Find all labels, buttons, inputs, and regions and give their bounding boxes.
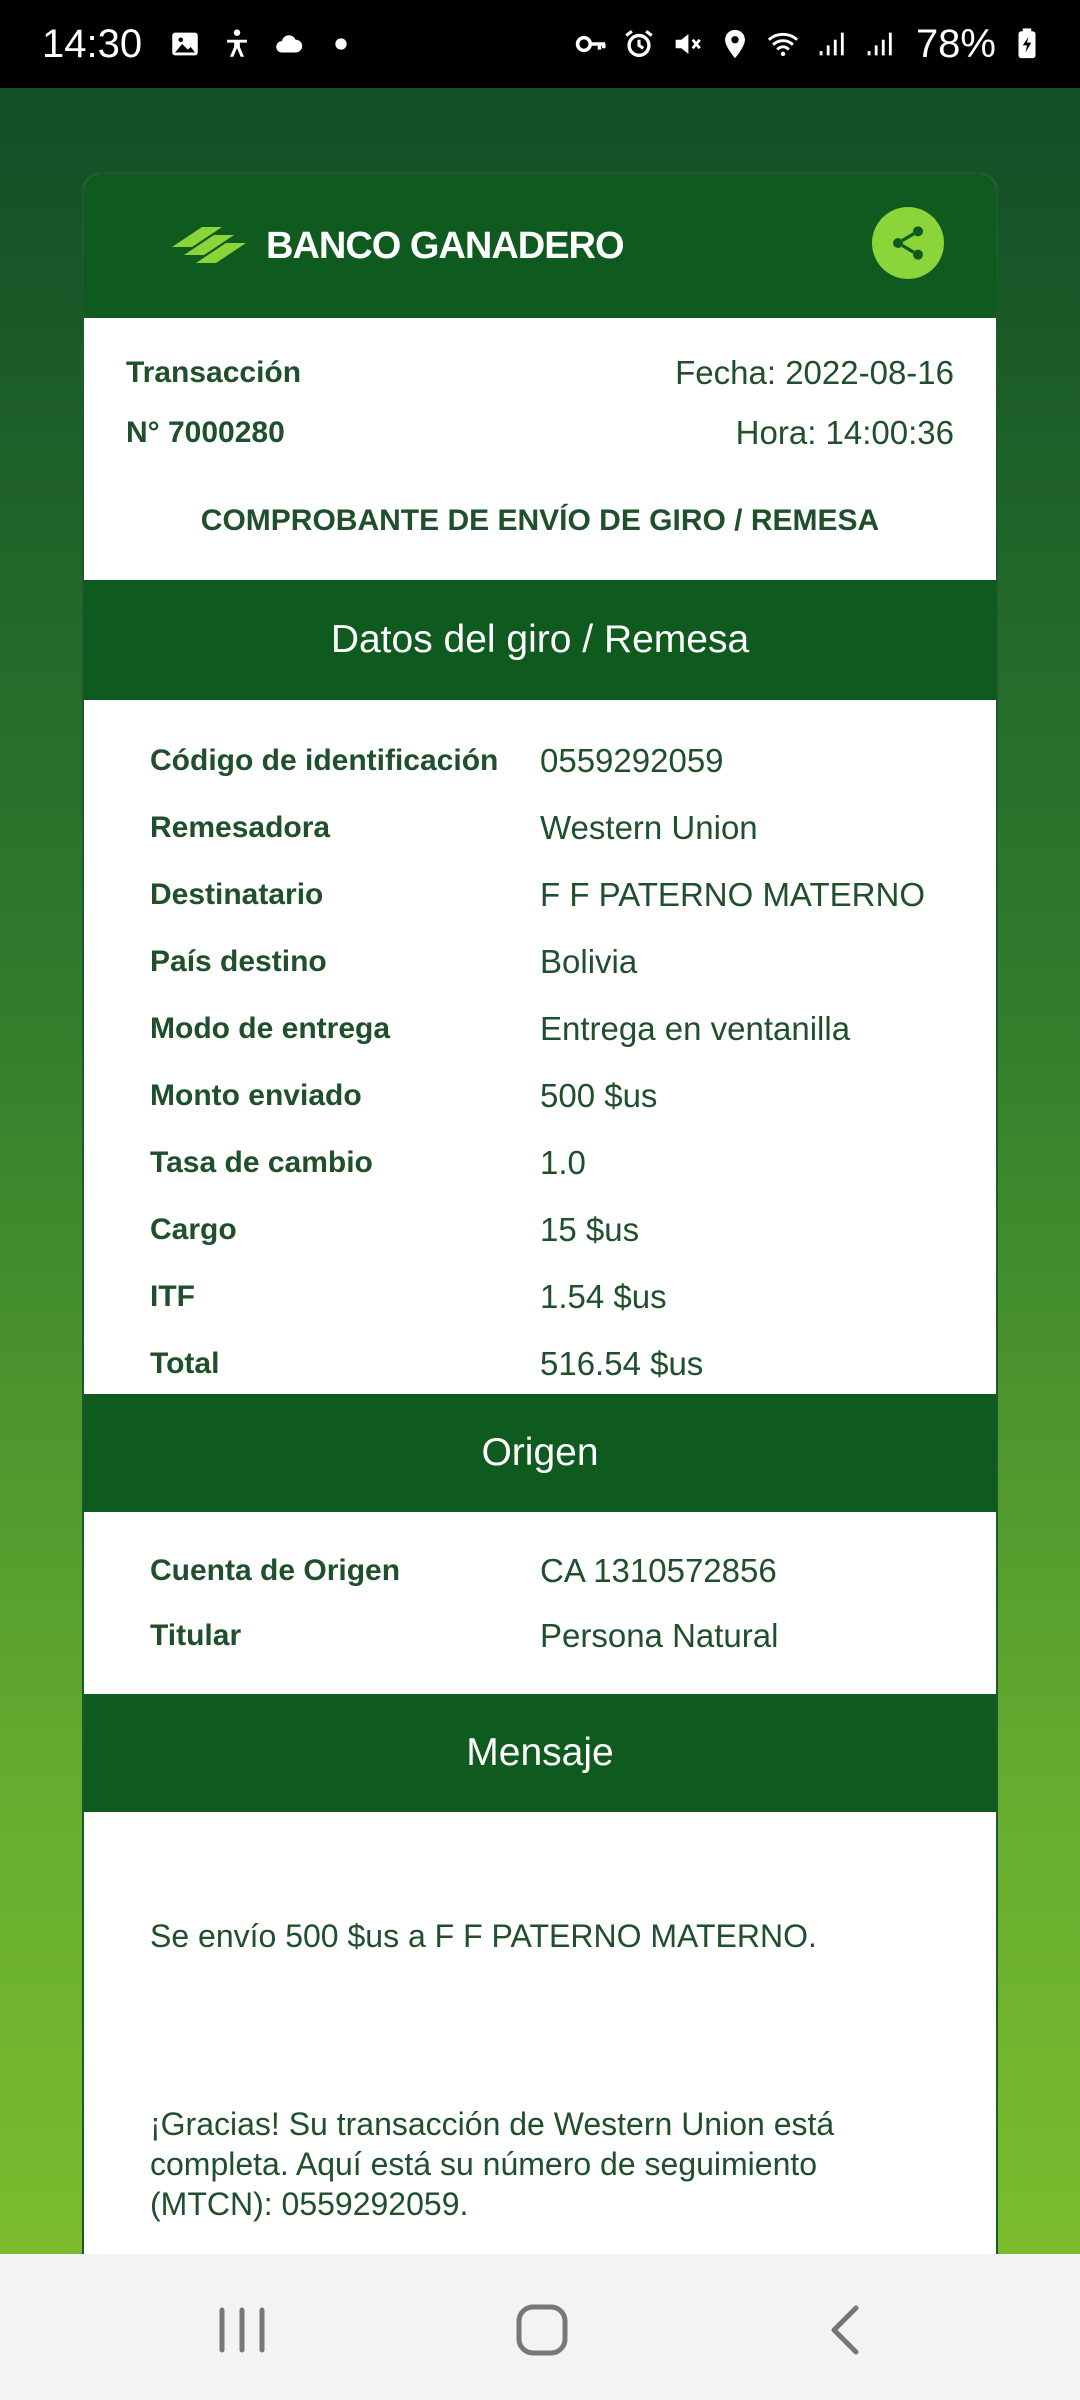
key-icon [574,27,608,61]
detail-label: Cuenta de Origen [150,1554,401,1587]
transaction-info: Transacción N° 7000280 Fecha: 2022-08-16… [84,318,996,451]
detail-value: Western Union [540,809,758,846]
image-icon [168,27,202,61]
detail-row: Remesadora Western Union [84,801,996,861]
message-summary: Se envío 500 $us a F F PATERNO MATERNO. [150,1918,817,1954]
transaction-number: N° 7000280 [126,416,285,449]
message-confirmation: ¡Gracias! Su transacción de Western Unio… [150,2106,835,2222]
bank-name: BANCO GANADERO [266,224,625,267]
detail-value: Bolivia [540,943,638,980]
detail-row-total: Total 516.54 $us [84,1337,996,1397]
share-button[interactable] [872,207,944,279]
detail-label: País destino [150,945,327,978]
detail-label: Código de identificación [150,744,499,777]
detail-label: Monto enviado [150,1079,362,1112]
battery-level: 78% [915,21,996,66]
detail-label: Cargo [150,1213,237,1246]
document-title: COMPROBANTE DE ENVÍO DE GIRO / REMESA [200,504,880,537]
home-icon [516,2304,568,2356]
back-icon [831,2305,859,2355]
transaction-label: Transacción [126,356,302,389]
detail-row: Titular Persona Natural [84,1609,996,1669]
detail-row: Monto enviado 500 $us [84,1069,996,1129]
recent-apps-icon [219,2307,265,2353]
dot-icon [324,27,358,61]
alarm-icon [622,27,656,61]
section-header-mensaje: Mensaje [84,1694,996,1812]
detail-label: Modo de entrega [150,1012,391,1045]
detail-value: 1.54 $us [540,1278,667,1315]
section-header-giro: Datos del giro / Remesa [84,580,996,700]
bank-logo-icon [172,227,246,263]
accessibility-icon [220,27,254,61]
home-button[interactable] [512,2302,572,2358]
detail-label: Total [150,1347,220,1380]
detail-label: Tasa de cambio [150,1146,373,1179]
wifi-icon [766,27,800,61]
cloud-icon [272,27,306,61]
detail-value: Persona Natural [540,1617,779,1654]
status-bar: 14:30 78% [0,0,1080,88]
detail-value: 1.0 [540,1144,586,1181]
signal-icon [814,27,848,61]
location-icon [718,27,752,61]
back-button[interactable] [818,2302,878,2358]
detail-label: Titular [150,1619,242,1652]
detail-value: 500 $us [540,1077,658,1114]
status-time: 14:30 [42,21,143,66]
mute-icon [670,27,704,61]
detail-value: F F PATERNO MATERNO [540,876,925,913]
receipt-card: BANCO GANADERO Transacción N° 7000280 Fe… [82,172,998,2262]
recent-apps-button[interactable] [212,2302,272,2358]
detail-label: ITF [150,1280,195,1313]
share-icon [893,226,923,260]
detail-row: Modo de entrega Entrega en ventanilla [84,1002,996,1062]
navigation-bar [0,2254,1080,2400]
signal-icon [862,27,896,61]
detail-value: Entrega en ventanilla [540,1010,851,1047]
detail-value: 516.54 $us [540,1345,704,1382]
detail-row: Tasa de cambio 1.0 [84,1136,996,1196]
section-header-origen: Origen [84,1394,996,1512]
detail-value: 15 $us [540,1211,640,1248]
detail-row: Cuenta de Origen CA 1310572856 [84,1544,996,1604]
notification-icons [168,27,358,61]
card-header: BANCO GANADERO [84,174,996,318]
battery-icon [1010,27,1044,61]
detail-row: ITF 1.54 $us [84,1270,996,1330]
detail-row: País destino Bolivia [84,935,996,995]
detail-value: 0559292059 [540,742,724,779]
detail-row: Cargo 15 $us [84,1203,996,1263]
transaction-time: Hora: 14:00:36 [735,414,954,451]
transaction-date: Fecha: 2022-08-16 [675,354,954,391]
detail-label: Remesadora [150,811,331,844]
detail-row: Destinatario F F PATERNO MATERNO [84,868,996,928]
detail-label: Destinatario [150,878,324,911]
detail-value: CA 1310572856 [540,1552,777,1589]
detail-row: Código de identificación 0559292059 [84,734,996,794]
